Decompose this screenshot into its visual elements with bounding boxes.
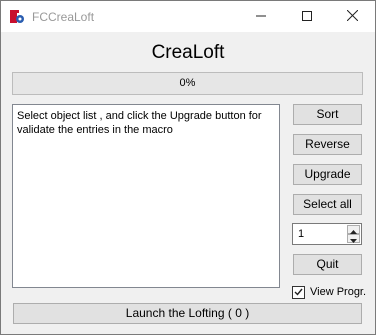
view-progress-checkbox[interactable] bbox=[292, 285, 305, 299]
progress-bar: 0% bbox=[12, 72, 363, 95]
window-title: FCCreaLoft bbox=[32, 10, 95, 24]
page-title: CreaLoft bbox=[151, 42, 225, 63]
maximize-button[interactable] bbox=[284, 1, 330, 32]
check-icon bbox=[294, 285, 303, 299]
chevron-down-icon bbox=[350, 232, 357, 246]
main-window: FCCreaLoft CreaLoft 0% Select object lis… bbox=[0, 0, 376, 335]
object-list-textarea[interactable]: Select object list , and click the Upgra… bbox=[12, 104, 280, 288]
upgrade-button[interactable]: Upgrade bbox=[293, 164, 362, 185]
stepper-value[interactable]: 1 bbox=[298, 228, 304, 240]
launch-lofting-button[interactable]: Launch the Lofting ( 0 ) bbox=[13, 303, 362, 324]
stepper-down-button[interactable] bbox=[347, 234, 360, 243]
progress-label: 0% bbox=[179, 77, 196, 89]
reverse-button[interactable]: Reverse bbox=[293, 134, 362, 155]
select-all-button[interactable]: Select all bbox=[293, 194, 362, 215]
maximize-icon bbox=[302, 10, 312, 24]
quantity-stepper[interactable]: 1 bbox=[292, 223, 362, 245]
minimize-icon bbox=[256, 10, 266, 24]
title-bar[interactable]: FCCreaLoft bbox=[1, 1, 375, 32]
view-progress-checkbox-row[interactable]: View Progr. bbox=[292, 285, 366, 299]
close-button[interactable] bbox=[329, 1, 375, 32]
quit-button[interactable]: Quit bbox=[293, 254, 362, 275]
close-icon bbox=[346, 9, 358, 24]
view-progress-label: View Progr. bbox=[310, 286, 367, 298]
sort-button[interactable]: Sort bbox=[293, 104, 362, 125]
freecad-gear-icon bbox=[9, 9, 25, 25]
minimize-button[interactable] bbox=[238, 1, 284, 32]
